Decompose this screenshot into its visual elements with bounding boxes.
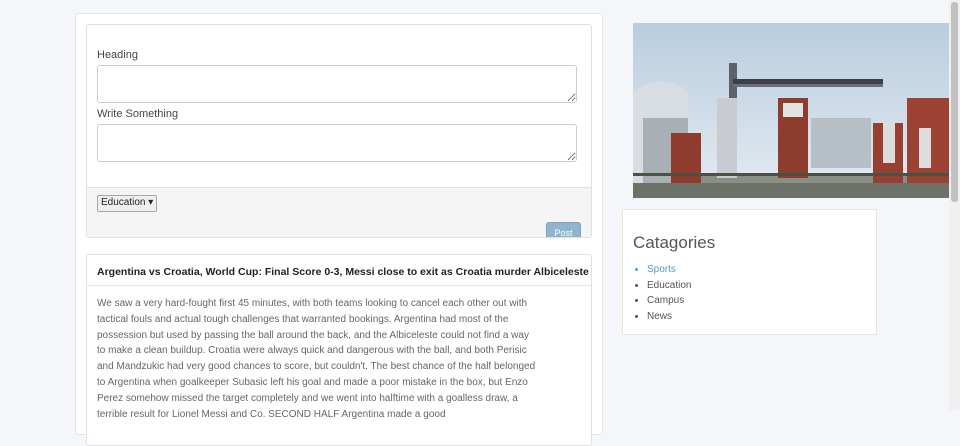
article-divider xyxy=(87,285,591,286)
compose-form: Heading Write Something Education ▾ Post xyxy=(86,24,592,238)
category-link-campus[interactable]: Campus xyxy=(647,293,691,309)
page-scrollbar[interactable] xyxy=(949,0,960,410)
category-select[interactable]: Education ▾ xyxy=(97,195,158,212)
main-column: Heading Write Something Education ▾ Post… xyxy=(75,13,603,446)
categories-list: Sports Education Campus News xyxy=(633,262,691,324)
category-link-education[interactable]: Education xyxy=(647,278,691,294)
body-label: Write Something xyxy=(97,108,179,120)
category-link-sports[interactable]: Sports xyxy=(647,262,691,278)
article-title[interactable]: Argentina vs Croatia, World Cup: Final S… xyxy=(97,266,589,278)
article-body: We saw a very hard-fought first 45 minut… xyxy=(97,298,536,420)
campus-gate-illustration xyxy=(633,23,950,198)
category-link-news[interactable]: News xyxy=(647,309,691,325)
body-input[interactable] xyxy=(97,124,577,162)
categories-title: Catagories xyxy=(633,233,716,252)
post-button[interactable]: Post xyxy=(546,222,581,237)
article-card: Argentina vs Croatia, World Cup: Final S… xyxy=(86,254,592,446)
heading-label: Heading xyxy=(97,49,138,61)
categories-card: Catagories Sports Education Campus News xyxy=(622,209,877,335)
campus-gate-image xyxy=(633,23,950,198)
compose-footer: Education ▾ Post xyxy=(87,187,591,237)
heading-input[interactable] xyxy=(97,65,577,103)
scrollbar-thumb[interactable] xyxy=(951,2,958,202)
